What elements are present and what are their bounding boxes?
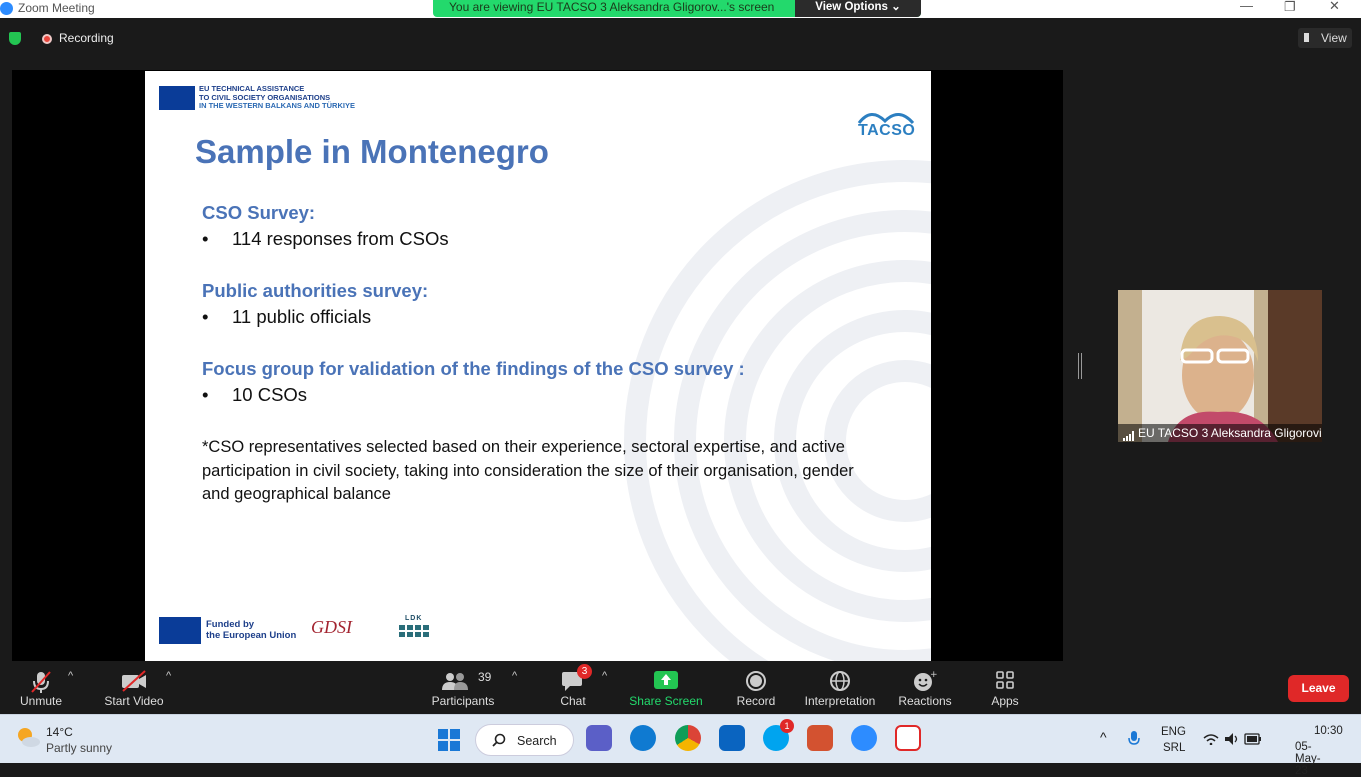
show-hidden-icons-caret-icon[interactable]: ^	[1100, 729, 1107, 745]
edge-icon[interactable]	[630, 725, 656, 751]
reactions-button[interactable]: + Reactions	[896, 662, 954, 714]
participant-video[interactable]: EU TACSO 3 Aleksandra Gligorovic	[1118, 290, 1322, 442]
apps-icon	[996, 671, 1014, 689]
panel-resize-handle[interactable]	[1078, 353, 1082, 379]
gdsi-logo: GDSI	[311, 617, 352, 637]
section-heading: Public authorities survey:	[202, 280, 429, 301]
participants-button[interactable]: 39 Participants	[428, 662, 498, 714]
clock-date[interactable]: 05-May-23	[1295, 741, 1321, 777]
clock-time[interactable]: 10:30	[1314, 725, 1343, 737]
slide-title: Sample in Montenegro	[195, 133, 549, 170]
section-bullet: • 10 CSOs	[202, 384, 308, 405]
funded-by-eu-text: Funded by the European Union	[206, 619, 297, 641]
reactions-icon: +	[914, 670, 937, 691]
windows-start-icon[interactable]	[438, 729, 460, 751]
record-button[interactable]: Record	[730, 662, 782, 714]
outlook-icon[interactable]	[719, 725, 745, 751]
powerpoint-icon[interactable]	[807, 725, 833, 751]
section-bullet: • 11 public officials	[202, 306, 372, 327]
slide-header-text: EU TECHNICAL ASSISTANCE TO CIVIL SOCIETY…	[199, 84, 355, 110]
video-off-icon	[122, 670, 146, 692]
language-line1[interactable]: ENG	[1161, 726, 1186, 738]
presentation-slide: EU TECHNICAL ASSISTANCE TO CIVIL SOCIETY…	[145, 71, 931, 661]
slide-note: *CSO representatives selected based on t…	[202, 438, 854, 503]
globe-icon	[830, 671, 850, 691]
search-icon	[492, 733, 506, 747]
tacso-logo: TACSO	[858, 122, 916, 139]
microphone-icon[interactable]	[1128, 731, 1140, 747]
leave-button[interactable]: Leave	[1288, 675, 1349, 702]
ldk-logo-icon	[399, 625, 429, 637]
weather-description[interactable]: Partly sunny	[46, 741, 112, 755]
window-title: Zoom Meeting	[18, 1, 95, 15]
close-icon[interactable]: ✕	[1329, 0, 1340, 14]
audio-options-caret-icon[interactable]: ^	[68, 670, 73, 682]
ldk-logo: LDK	[405, 615, 423, 622]
chat-badge: 3	[577, 664, 592, 679]
share-screen-icon	[654, 671, 678, 689]
language-line2[interactable]: SRL	[1163, 742, 1185, 754]
unmute-button[interactable]: Unmute	[10, 662, 72, 714]
viewing-text: You are viewing EU TACSO 3 Aleksandra Gl…	[449, 0, 775, 14]
snipping-tool-icon[interactable]	[895, 725, 921, 751]
windows-taskbar: 14°C Partly sunny Search 1 ^ ENG SRL 10:…	[0, 714, 1361, 777]
chrome-icon[interactable]	[675, 725, 701, 751]
apps-button[interactable]: Apps	[982, 662, 1028, 714]
maximize-icon[interactable]: ❐	[1284, 0, 1296, 15]
section-heading: Focus group for validation of the findin…	[202, 358, 745, 379]
zoom-taskbar-icon[interactable]	[851, 725, 877, 751]
participant-name-label: EU TACSO 3 Aleksandra Gligorovic	[1118, 424, 1322, 442]
eu-flag-icon	[159, 617, 201, 644]
chat-caret-icon[interactable]: ^	[602, 670, 607, 682]
participants-caret-icon[interactable]: ^	[512, 670, 517, 682]
recording-icon	[42, 34, 52, 44]
participant-video-image	[1118, 290, 1322, 442]
view-button[interactable]: View	[1298, 28, 1352, 48]
participants-count: 39	[478, 670, 492, 684]
view-options-button[interactable]: View Options ⌄	[795, 0, 921, 17]
skype-badge: 1	[780, 719, 794, 733]
meeting-toolbar: Unmute ^ Start Video ^ 39 Participants ^…	[0, 662, 1361, 714]
viewing-banner: You are viewing EU TACSO 3 Aleksandra Gl…	[433, 0, 921, 17]
record-icon	[746, 671, 766, 691]
volume-icon[interactable]	[1224, 732, 1240, 746]
signal-strength-icon	[1123, 428, 1135, 441]
section-bullet: • 114 responses from CSOs	[202, 228, 449, 249]
video-options-caret-icon[interactable]: ^	[166, 670, 171, 682]
svg-text:+: +	[930, 670, 937, 680]
recording-label: Recording	[59, 31, 114, 45]
encryption-shield-icon[interactable]	[9, 32, 21, 45]
battery-icon[interactable]	[1244, 733, 1262, 745]
partly-sunny-icon[interactable]	[14, 723, 42, 751]
wifi-icon[interactable]	[1203, 733, 1219, 745]
eu-flag-icon	[159, 86, 195, 110]
taskbar-search[interactable]: Search	[475, 724, 574, 756]
view-layout-icon	[1304, 33, 1312, 42]
chat-button[interactable]: 3 Chat	[548, 662, 598, 714]
interpretation-button[interactable]: Interpretation	[800, 662, 880, 714]
minimize-icon[interactable]: —	[1240, 0, 1253, 13]
start-video-button[interactable]: Start Video	[98, 662, 170, 714]
muted-microphone-icon	[31, 671, 51, 693]
zoom-logo-icon	[0, 2, 13, 15]
share-screen-button[interactable]: Share Screen	[628, 662, 704, 714]
section-heading: CSO Survey:	[202, 202, 316, 223]
participants-icon	[442, 673, 468, 690]
weather-temp[interactable]: 14°C	[46, 725, 73, 739]
skype-icon[interactable]: 1	[763, 719, 794, 751]
teams-icon[interactable]	[586, 725, 612, 751]
